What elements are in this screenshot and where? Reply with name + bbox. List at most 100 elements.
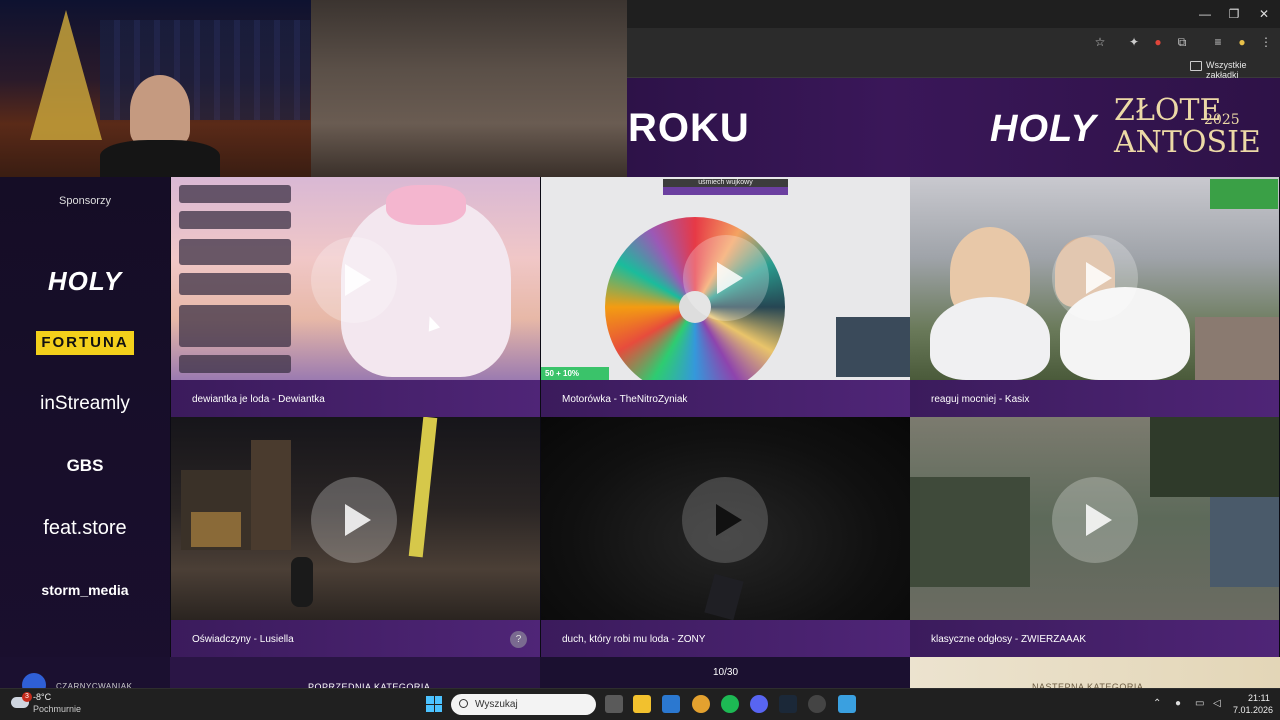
clock-date[interactable]: 7.01.2026 <box>1233 705 1273 715</box>
kneeling-person <box>291 557 313 607</box>
video-title: Oświadczyny - Lusiella <box>192 634 294 645</box>
close-button[interactable]: ✕ <box>1256 6 1272 22</box>
sponsor-storm-media[interactable]: storm_media <box>0 582 170 598</box>
star-icon[interactable]: ☆ <box>1092 34 1108 50</box>
vtuber-bow <box>386 185 466 225</box>
crane <box>408 417 438 558</box>
app-icon[interactable] <box>838 695 856 713</box>
volume-icon[interactable]: ◁ <box>1213 698 1221 709</box>
video-caption-bar: klasyczne odgłosy - ZWIERZAAAK <box>910 620 1279 657</box>
christmas-tree <box>30 10 102 140</box>
record-icon[interactable]: ● <box>1150 34 1166 50</box>
play-icon[interactable] <box>311 237 397 323</box>
video-thumbnail[interactable]: uśmiech wujkowy 50 + 10% <box>541 177 910 397</box>
restore-button[interactable]: ❐ <box>1226 6 1242 22</box>
sponsor-instreamly[interactable]: inStreamly <box>0 393 170 415</box>
crate <box>191 512 241 547</box>
sponsor-gbs[interactable]: GBS <box>0 456 170 476</box>
play-icon[interactable] <box>311 477 397 563</box>
play-icon[interactable] <box>1052 477 1138 563</box>
video-caption-bar: Oświadczyny - Lusiella ? <box>171 620 540 657</box>
profile-icon[interactable]: ● <box>1234 34 1250 50</box>
chat-message <box>179 185 291 203</box>
taskbar-search-input[interactable] <box>451 694 596 715</box>
notification-badge: 3 <box>22 692 32 702</box>
sponsor-holy[interactable]: HOLY <box>0 266 170 297</box>
bookmarks-bar <box>627 56 1280 78</box>
video-caption-bar: reaguj mocniej - Kasix <box>910 380 1279 417</box>
chat-message <box>179 211 291 229</box>
page-counter: 10/30 <box>713 667 739 678</box>
chat-message <box>179 273 291 295</box>
video-title: Motorówka - TheNitroZyniak <box>562 394 688 405</box>
search-icon <box>459 699 468 708</box>
facecam-inset <box>836 317 910 377</box>
facecam-inset <box>1195 317 1279 380</box>
search-placeholder[interactable]: Wyszukaj <box>475 699 518 710</box>
playlist-icon[interactable]: ≡ <box>1210 34 1226 50</box>
extension-icon[interactable]: ✦ <box>1126 34 1142 50</box>
webcam-left <box>0 0 311 177</box>
video-title: duch, który robi mu loda - ZONY <box>562 634 706 645</box>
chat-message <box>179 355 291 373</box>
chrome-icon[interactable] <box>692 695 710 713</box>
help-icon[interactable]: ? <box>510 631 527 648</box>
play-icon[interactable] <box>1052 235 1138 321</box>
video-card[interactable]: reaguj mocniej - Kasix <box>910 177 1279 417</box>
file-explorer-icon[interactable] <box>633 695 651 713</box>
puzzle-icon[interactable]: ⧉ <box>1174 34 1190 50</box>
streamer-face <box>130 75 190 145</box>
weather-condition[interactable]: Pochmurnie <box>33 704 81 714</box>
network-icon[interactable]: ▭ <box>1195 698 1204 709</box>
building <box>251 440 291 550</box>
obs-icon[interactable] <box>808 695 826 713</box>
event-logo-line2: ANTOSIE <box>1114 125 1261 160</box>
page-title: ROKU <box>628 106 750 150</box>
video-title: dewiantka je loda - Dewiantka <box>192 394 325 405</box>
sponsor-feat-store[interactable]: feat.store <box>0 517 170 540</box>
video-thumbnail[interactable] <box>541 417 910 621</box>
discord-icon[interactable] <box>750 695 768 713</box>
store-icon[interactable] <box>662 695 680 713</box>
chat-message <box>179 305 291 347</box>
promo-badge <box>1210 179 1278 209</box>
webcam-right <box>311 0 627 177</box>
video-thumbnail[interactable] <box>910 417 1279 620</box>
chat-message <box>179 239 291 265</box>
video-card[interactable]: duch, który robi mu loda - ZONY <box>541 417 910 657</box>
clock-time[interactable]: 21:11 <box>1248 693 1270 703</box>
video-thumbnail[interactable] <box>910 177 1279 380</box>
task-view-icon[interactable] <box>605 695 623 713</box>
phone <box>704 573 744 621</box>
sponsors-sidebar <box>0 177 170 688</box>
video-title: reaguj mocniej - Kasix <box>931 394 1030 405</box>
streamer-body <box>100 140 220 177</box>
chevron-up-icon[interactable]: ⌃ <box>1153 698 1161 709</box>
folder-icon <box>1190 61 1202 71</box>
video-caption-bar: duch, który robi mu loda - ZONY <box>541 620 910 657</box>
play-icon[interactable] <box>683 235 769 321</box>
video-card[interactable]: uśmiech wujkowy 50 + 10% Motorówka - The… <box>541 177 910 417</box>
video-thumbnail[interactable] <box>171 177 540 380</box>
weather-temperature[interactable]: -8°C <box>33 692 51 702</box>
video-card[interactable]: klasyczne odgłosy - ZWIERZAAAK <box>910 417 1279 657</box>
video-card[interactable]: Oświadczyny - Lusiella ? <box>171 417 540 657</box>
windows-start-icon[interactable] <box>426 696 442 712</box>
facecam-inset <box>1210 497 1279 587</box>
microphone-icon[interactable]: ● <box>1175 698 1181 709</box>
play-icon[interactable] <box>682 477 768 563</box>
holy-logo: HOLY <box>990 108 1097 150</box>
video-thumbnail[interactable] <box>171 417 540 620</box>
browser-tab-strip <box>627 0 1280 28</box>
all-bookmarks-link[interactable]: Wszystkie zakładki <box>1206 60 1280 80</box>
menu-icon[interactable]: ⋮ <box>1258 34 1274 50</box>
sponsors-title: Sponsorzy <box>59 195 111 207</box>
minimize-button[interactable]: — <box>1197 6 1213 22</box>
minecraft-scene <box>910 477 1030 587</box>
video-card[interactable]: dewiantka je loda - Dewiantka <box>171 177 540 417</box>
steam-icon[interactable] <box>779 695 797 713</box>
person-body <box>930 297 1050 380</box>
wheel-progress <box>663 187 788 195</box>
spotify-icon[interactable] <box>721 695 739 713</box>
sponsor-fortuna[interactable]: FORTUNA <box>36 331 134 355</box>
